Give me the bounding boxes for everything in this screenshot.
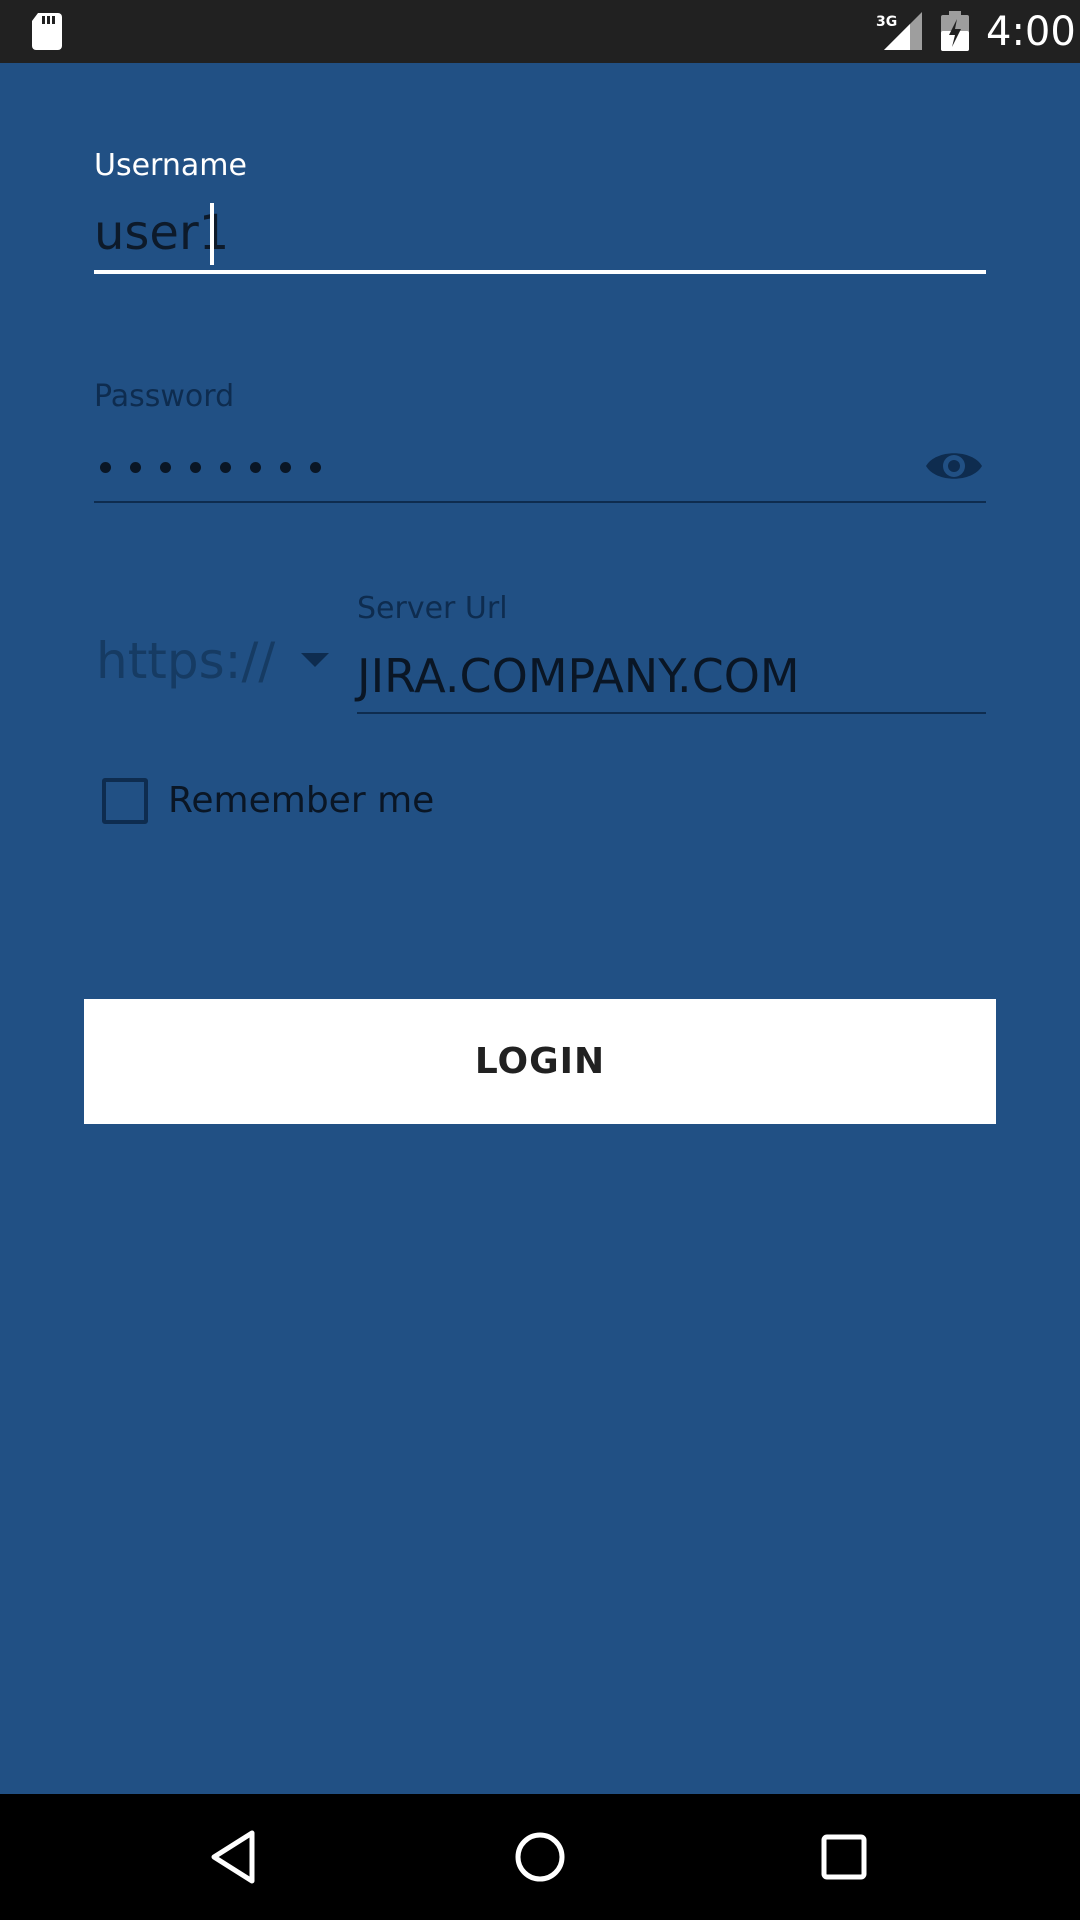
server-url-label: Server Url (357, 591, 508, 626)
server-url-underline (357, 712, 986, 714)
username-label: Username (94, 148, 247, 183)
protocol-value: https:// (96, 632, 276, 690)
password-label: Password (94, 379, 235, 414)
battery-charging-icon (941, 11, 969, 51)
sd-card-icon (32, 13, 62, 50)
login-button[interactable]: LOGIN (84, 999, 996, 1124)
recents-icon[interactable] (812, 1825, 876, 1889)
status-clock: 4:00 (986, 9, 1076, 55)
signal-icon: 3G (876, 12, 922, 50)
password-input[interactable] (100, 458, 321, 478)
username-underline (94, 270, 986, 274)
password-underline (94, 501, 986, 503)
back-icon[interactable] (204, 1825, 268, 1889)
protocol-dropdown[interactable]: https:// (96, 629, 336, 699)
login-screen: Username user1 Password https:// Server … (0, 63, 1080, 1794)
text-cursor (210, 203, 214, 265)
svg-text:3G: 3G (876, 14, 897, 30)
dropdown-arrow-icon (301, 653, 329, 667)
navigation-bar (0, 1794, 1080, 1920)
server-url-input[interactable]: JIRA.COMPANY.COM (357, 647, 800, 705)
eye-icon[interactable] (924, 441, 984, 491)
remember-me-row[interactable]: Remember me (102, 776, 434, 826)
home-icon[interactable] (508, 1825, 572, 1889)
remember-me-checkbox[interactable] (102, 778, 148, 824)
status-bar: 3G 4:00 (0, 0, 1080, 63)
remember-me-label[interactable]: Remember me (168, 779, 434, 823)
username-input[interactable]: user1 (94, 203, 229, 263)
